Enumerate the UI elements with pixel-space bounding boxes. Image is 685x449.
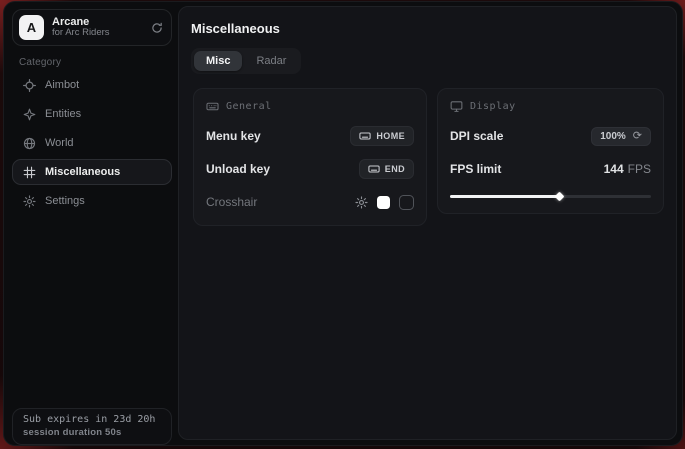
fps-limit-value-group: 144 FPS <box>604 162 651 176</box>
cycle-icon: ⟳ <box>633 131 642 142</box>
display-card: Display DPI scale 100% ⟳ FPS limit 144 F… <box>437 88 664 214</box>
dpi-scale-control[interactable]: 100% ⟳ <box>591 127 651 146</box>
crosshair-icon <box>23 79 36 92</box>
monitor-icon <box>450 100 463 113</box>
crosshair-label: Crosshair <box>206 195 257 209</box>
keyboard-icon <box>359 130 371 142</box>
menu-key-value: HOME <box>376 131 405 141</box>
unload-key-value: END <box>385 164 405 174</box>
keyboard-icon <box>368 163 380 175</box>
subscription-card: Sub expires in 23d 20h session duration … <box>12 408 172 445</box>
sidebar: A Arcane for Arc Riders Category Aimbot <box>4 2 180 445</box>
tab-strip: Misc Radar <box>191 48 301 74</box>
sidebar-item-entities[interactable]: Entities <box>12 101 172 127</box>
menu-key-label: Menu key <box>206 129 261 143</box>
fps-slider[interactable] <box>450 192 651 200</box>
sidebar-item-settings[interactable]: Settings <box>12 188 172 214</box>
cards-row: General Menu key HOME Unload key <box>193 88 664 226</box>
menu-key-row: Menu key HOME <box>206 126 414 146</box>
main-panel: Miscellaneous Misc Radar General Menu ke… <box>178 6 677 440</box>
sidebar-item-label: Settings <box>45 195 85 207</box>
sidebar-item-label: World <box>45 137 74 149</box>
sidebar-item-label: Miscellaneous <box>45 166 120 178</box>
display-card-header: Display <box>450 100 651 113</box>
unload-key-label: Unload key <box>206 162 270 176</box>
fps-limit-row: FPS limit 144 FPS <box>450 159 651 179</box>
general-card-title: General <box>226 101 272 112</box>
crosshair-controls <box>355 195 414 210</box>
fps-limit-label: FPS limit <box>450 162 501 176</box>
sidebar-item-aimbot[interactable]: Aimbot <box>12 72 172 98</box>
tab-misc[interactable]: Misc <box>194 51 242 71</box>
grid-icon <box>23 166 36 179</box>
app-subtitle: for Arc Riders <box>52 28 151 39</box>
refresh-icon[interactable] <box>151 22 163 34</box>
dpi-scale-row: DPI scale 100% ⟳ <box>450 126 651 146</box>
crosshair-row: Crosshair <box>206 192 414 212</box>
sub-expiry-text: Sub expires in 23d 20h <box>23 414 161 425</box>
crosshair-checkbox[interactable] <box>399 195 414 210</box>
menu-key-button[interactable]: HOME <box>350 126 414 146</box>
dpi-scale-value: 100% <box>600 131 626 142</box>
sidebar-item-miscellaneous[interactable]: Miscellaneous <box>12 159 172 185</box>
unload-key-button[interactable]: END <box>359 159 414 179</box>
globe-icon <box>23 137 36 150</box>
sidebar-nav: Aimbot Entities World <box>12 72 172 214</box>
crosshair-settings-gear-icon[interactable] <box>355 196 368 209</box>
fps-limit-value: 144 <box>604 162 624 176</box>
sidebar-item-label: Entities <box>45 108 81 120</box>
fps-limit-unit: FPS <box>628 162 651 176</box>
general-card: General Menu key HOME Unload key <box>193 88 427 226</box>
fps-slider-fill <box>450 195 559 198</box>
general-card-header: General <box>206 100 414 113</box>
crosshair-color-swatch[interactable] <box>377 196 390 209</box>
page-title: Miscellaneous <box>191 21 664 36</box>
unload-key-row: Unload key END <box>206 159 414 179</box>
app-logo: A <box>19 15 44 40</box>
sidebar-item-world[interactable]: World <box>12 130 172 156</box>
sparkle-icon <box>23 108 36 121</box>
gear-icon <box>23 195 36 208</box>
brand-card: A Arcane for Arc Riders <box>12 9 172 46</box>
brand-text: Arcane for Arc Riders <box>52 16 151 40</box>
session-duration-text: session duration 50s <box>23 427 161 438</box>
display-card-title: Display <box>470 101 516 112</box>
dpi-scale-label: DPI scale <box>450 129 503 143</box>
keyboard-icon <box>206 100 219 113</box>
sidebar-item-label: Aimbot <box>45 79 79 91</box>
fps-slider-thumb[interactable] <box>554 192 564 202</box>
category-label: Category <box>19 57 61 68</box>
tab-radar[interactable]: Radar <box>244 51 298 71</box>
app-window: A Arcane for Arc Riders Category Aimbot <box>3 1 683 446</box>
